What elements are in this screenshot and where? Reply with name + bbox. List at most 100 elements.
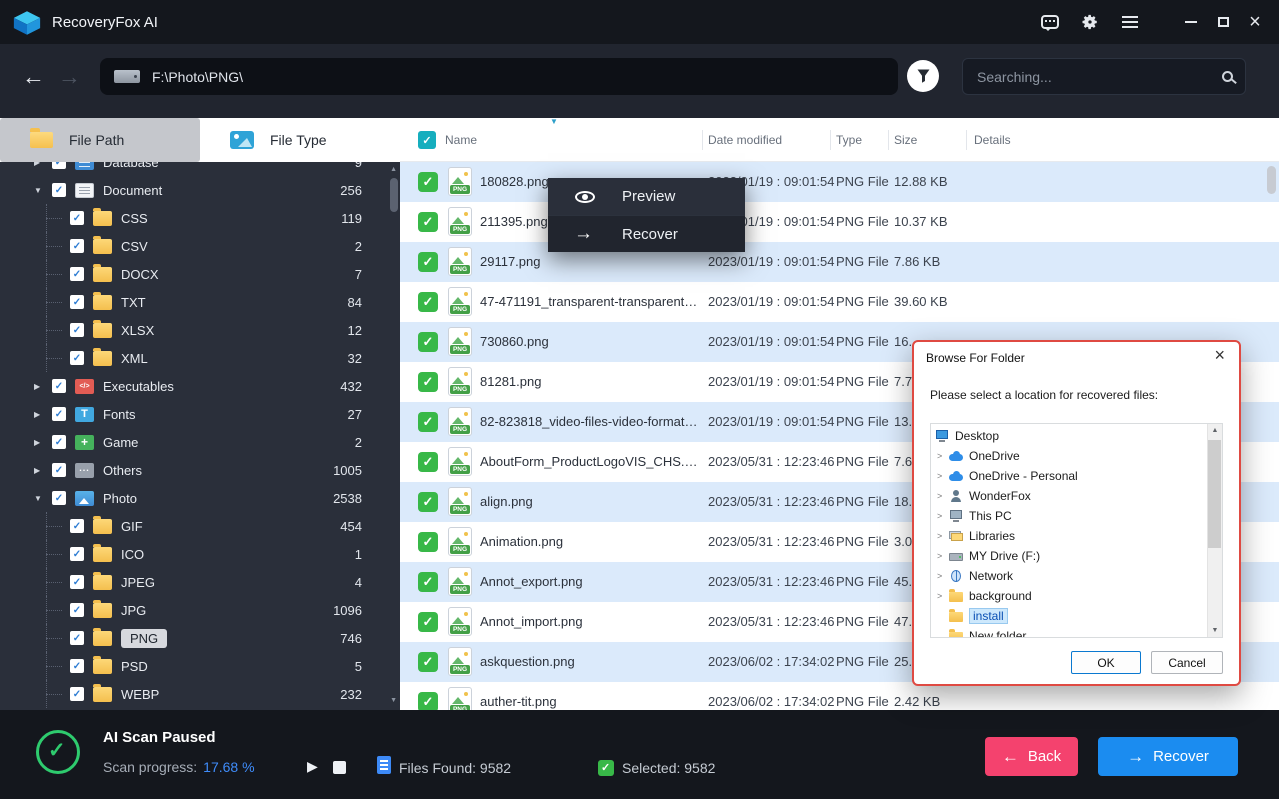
tree-checkbox-checked[interactable] [52,379,66,393]
back-button[interactable]: Back [985,737,1078,776]
column-details[interactable]: Details [974,133,1011,147]
search-input[interactable] [975,68,1214,86]
tree-checkbox-checked[interactable] [70,323,84,337]
folder-tree-item[interactable]: MY Drive (F:) [931,546,1222,566]
recover-button[interactable]: Recover [1098,737,1238,776]
search-icon[interactable] [1222,71,1233,82]
row-checkbox-checked[interactable] [418,412,438,432]
tree-item[interactable]: ICO 1 [0,540,386,568]
ok-button[interactable]: OK [1071,651,1141,674]
row-checkbox-checked[interactable] [418,692,438,710]
tree-item[interactable]: CSV 2 [0,232,386,260]
row-checkbox-checked[interactable] [418,292,438,312]
expander-icon[interactable] [34,466,50,475]
tree-item[interactable]: XML 32 [0,344,386,372]
sidebar-tab[interactable]: File Path [0,118,200,162]
tree-checkbox-checked[interactable] [70,687,84,701]
menu-icon[interactable] [1115,7,1145,37]
folder-tree-item[interactable]: This PC [931,506,1222,526]
sidebar-tab[interactable]: File Type [200,118,400,162]
dialog-scrollbar[interactable] [1207,424,1222,637]
folder-tree-item[interactable]: OneDrive - Personal [931,466,1222,486]
row-checkbox-checked[interactable] [418,612,438,632]
folder-tree-item[interactable]: WonderFox [931,486,1222,506]
tree-checkbox-checked[interactable] [70,351,84,365]
tree-checkbox-checked[interactable] [70,239,84,253]
column-type[interactable]: Type [836,133,862,147]
row-checkbox-checked[interactable] [418,172,438,192]
scroll-down-icon[interactable] [390,697,397,704]
tree-item[interactable]: TXT 84 [0,288,386,316]
dialog-scroll-up-icon[interactable] [1208,427,1222,434]
tree-checkbox-checked[interactable] [70,547,84,561]
expander-icon[interactable] [34,410,50,419]
cancel-button[interactable]: Cancel [1151,651,1223,674]
tree-item[interactable]: GIF 454 [0,512,386,540]
row-checkbox-checked[interactable] [418,652,438,672]
tree-checkbox-checked[interactable] [52,183,66,197]
tree-item[interactable]: Photo 2538 [0,484,386,512]
folder-tree-item[interactable]: OneDrive [931,446,1222,466]
expander-icon[interactable] [34,186,50,195]
row-checkbox-checked[interactable] [418,492,438,512]
file-row[interactable]: PNG 29117.png 2023/01/19 : 09:01:54 PNG … [400,242,1279,282]
row-checkbox-checked[interactable] [418,572,438,592]
scroll-up-icon[interactable] [390,166,397,173]
tree-checkbox-checked[interactable] [70,603,84,617]
column-name[interactable]: Name [445,133,477,147]
tree-item[interactable]: Game 2 [0,428,386,456]
folder-tree-item[interactable]: install [931,606,1222,626]
expand-arrow-icon[interactable] [937,511,949,521]
file-row[interactable]: PNG auther-tit.png 2023/06/02 : 17:34:02… [400,682,1279,710]
expand-arrow-icon[interactable] [937,531,949,541]
settings-gear-icon[interactable] [1075,7,1105,37]
back-nav-icon[interactable] [22,64,45,91]
file-row[interactable]: PNG 180828.png 2023/01/19 : 09:01:54 PNG… [400,162,1279,202]
dialog-close-icon[interactable] [1205,349,1227,367]
folder-tree-item[interactable]: Desktop [931,426,1222,446]
expander-icon[interactable] [34,382,50,391]
context-menu-item[interactable]: Preview [548,178,745,215]
expander-icon[interactable] [34,494,50,503]
tree-item[interactable]: PNG 746 [0,624,386,652]
sort-indicator-icon[interactable] [550,117,558,126]
column-size[interactable]: Size [894,133,917,147]
dialog-scroll-thumb[interactable] [1208,440,1221,548]
expand-arrow-icon[interactable] [937,551,949,561]
tree-checkbox-checked[interactable] [52,463,66,477]
expand-arrow-icon[interactable] [937,471,949,481]
minimize-button[interactable] [1177,8,1205,36]
context-menu-item[interactable]: Recover [548,215,745,252]
tree-checkbox-checked[interactable] [70,295,84,309]
folder-tree-item[interactable]: Network [931,566,1222,586]
tree-item[interactable]: JPG 1096 [0,596,386,624]
row-checkbox-checked[interactable] [418,332,438,352]
tree-item[interactable]: CSS 119 [0,204,386,232]
stop-scan-icon[interactable] [333,761,346,774]
expand-arrow-icon[interactable] [937,491,949,501]
dialog-scroll-down-icon[interactable] [1208,627,1222,634]
tree-item[interactable]: Document 256 [0,176,386,204]
close-button[interactable] [1241,8,1269,36]
forward-nav-icon[interactable] [58,64,81,91]
tree-item[interactable]: WEBP 232 [0,680,386,708]
tree-checkbox-checked[interactable] [70,211,84,225]
tree-item[interactable]: Executables 432 [0,372,386,400]
tree-checkbox-checked[interactable] [70,631,84,645]
file-row[interactable]: PNG 47-471191_transparent-transparent-wi… [400,282,1279,322]
tree-item[interactable]: Fonts 27 [0,400,386,428]
expander-icon[interactable] [34,438,50,447]
tree-checkbox-checked[interactable] [70,519,84,533]
tree-checkbox-checked[interactable] [70,575,84,589]
list-scrollbar[interactable] [1267,166,1276,194]
row-checkbox-checked[interactable] [418,532,438,552]
tree-checkbox-checked[interactable] [52,435,66,449]
select-all-checkbox[interactable] [418,131,436,149]
row-checkbox-checked[interactable] [418,452,438,472]
path-bar[interactable]: F:\Photo\PNG\ [100,58,898,95]
tree-item[interactable]: DOCX 7 [0,260,386,288]
tree-checkbox-checked[interactable] [52,491,66,505]
tree-checkbox-checked[interactable] [70,267,84,281]
expand-arrow-icon[interactable] [937,451,949,461]
filter-button[interactable] [907,60,939,92]
